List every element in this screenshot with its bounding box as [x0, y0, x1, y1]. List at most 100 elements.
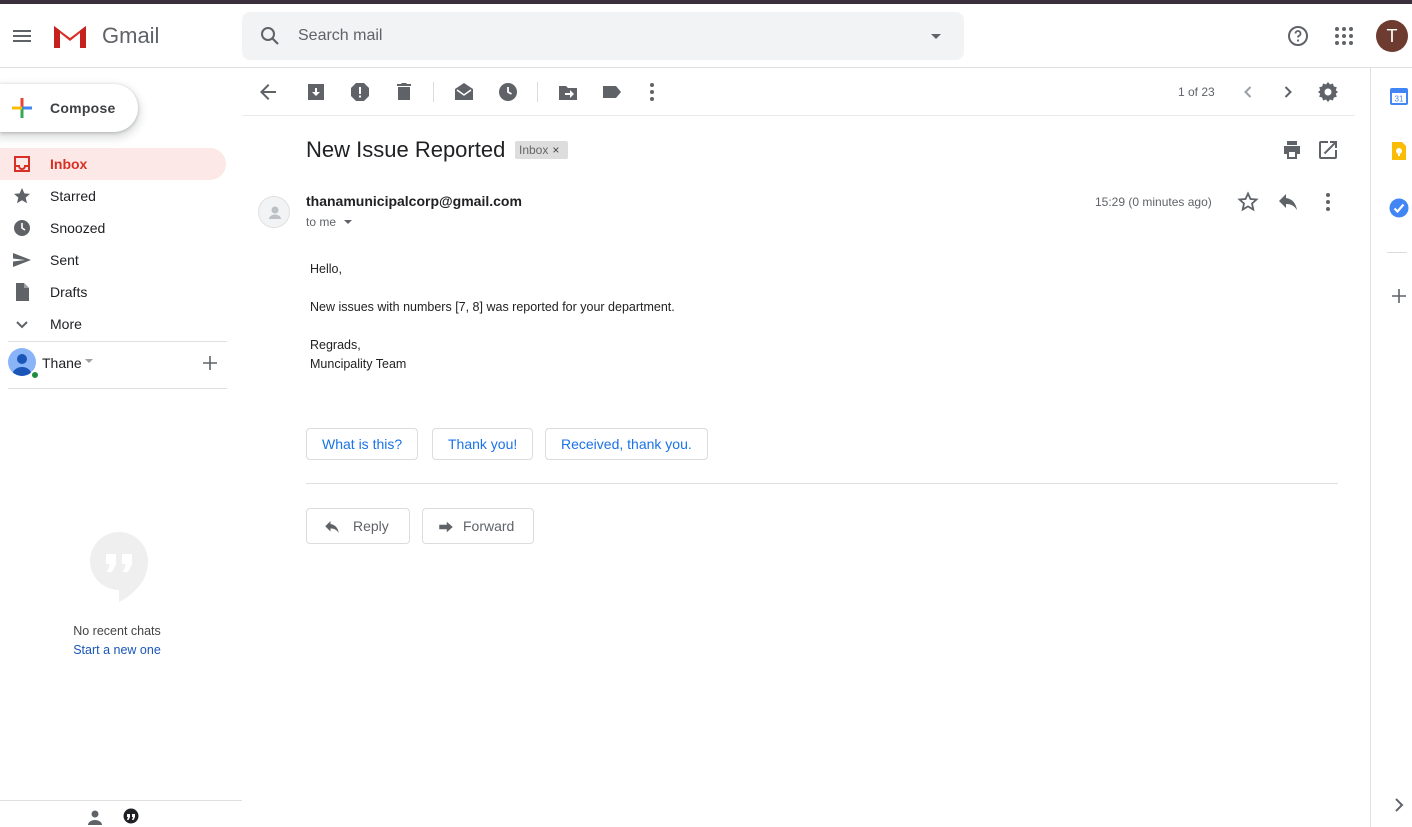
compose-plus-icon	[12, 98, 32, 118]
settings-gear-icon[interactable]	[1316, 80, 1340, 104]
hangouts-quote-icon	[89, 532, 148, 602]
inbox-icon	[14, 156, 30, 172]
sidebar-item-label: Drafts	[50, 284, 88, 300]
forward-button[interactable]: Forward	[422, 508, 534, 544]
sender-email[interactable]: thanamunicipalcorp@gmail.com	[306, 193, 522, 209]
reply-arrow-icon	[325, 521, 339, 533]
chevron-down-icon	[16, 321, 28, 329]
snooze-clock-icon[interactable]	[496, 80, 520, 104]
older-chevron-right-icon[interactable]	[1276, 80, 1300, 104]
search-bar[interactable]	[242, 12, 964, 60]
sidebar: Compose Inbox Starred Snoozed Sent Draft…	[0, 68, 242, 827]
newer-chevron-left-icon[interactable]	[1236, 80, 1260, 104]
search-options-icon[interactable]	[924, 24, 948, 48]
compose-button[interactable]: Compose	[0, 84, 138, 132]
sidebar-item-starred[interactable]: Starred	[0, 180, 226, 212]
sidebar-bottom-divider	[0, 800, 242, 801]
more-vertical-icon[interactable]	[640, 80, 664, 104]
header: Gmail T	[0, 4, 1412, 68]
gmail-logo-icon[interactable]	[52, 22, 88, 50]
reply-button[interactable]: Reply	[306, 508, 410, 544]
sidebar-item-drafts[interactable]: Drafts	[0, 276, 226, 308]
sender-avatar[interactable]	[258, 196, 290, 228]
hangouts-user-name: Thane	[42, 355, 82, 371]
contacts-icon[interactable]	[86, 808, 104, 826]
body-team: Muncipality Team	[310, 357, 407, 371]
smart-reply-thank-you[interactable]: Thank you!	[432, 428, 534, 460]
move-to-icon[interactable]	[556, 80, 580, 104]
hangouts-icon[interactable]	[122, 808, 140, 826]
no-chats-text: No recent chats	[73, 624, 161, 638]
sidebar-item-label: Snoozed	[50, 220, 106, 236]
page-count: 1 of 23	[1178, 85, 1215, 99]
star-outline-icon[interactable]	[1236, 190, 1260, 214]
reply-label: Reply	[353, 518, 389, 534]
forward-arrow-icon	[439, 521, 453, 533]
message-time: 15:29 (0 minutes ago)	[1095, 195, 1212, 209]
person-icon	[269, 206, 281, 219]
sidebar-item-sent[interactable]: Sent	[0, 244, 226, 276]
online-status-dot	[30, 370, 40, 380]
star-icon	[14, 188, 30, 204]
open-new-window-icon[interactable]	[1316, 138, 1340, 162]
app-name[interactable]: Gmail	[102, 23, 159, 49]
add-chat-icon[interactable]	[200, 353, 220, 373]
clock-icon	[14, 220, 30, 236]
help-icon[interactable]	[1286, 24, 1310, 48]
body-signoff: Regrads,	[310, 338, 361, 352]
remove-label-icon[interactable]: ×	[552, 141, 564, 159]
sidebar-item-label: Sent	[50, 252, 79, 268]
search-icon[interactable]	[258, 24, 282, 48]
label-icon[interactable]	[600, 80, 624, 104]
start-new-chat-link[interactable]: Start a new one	[0, 643, 234, 657]
svg-text:31: 31	[1395, 95, 1404, 104]
sidebar-item-snoozed[interactable]: Snoozed	[0, 212, 226, 244]
tasks-icon[interactable]	[1388, 197, 1410, 219]
sidebar-item-more[interactable]: More	[0, 308, 226, 340]
menu-icon[interactable]	[10, 24, 34, 48]
apps-grid-icon[interactable]	[1332, 24, 1356, 48]
forward-label: Forward	[463, 518, 515, 534]
caret-down-icon[interactable]	[84, 356, 94, 366]
message-more-icon[interactable]	[1316, 190, 1340, 214]
sidebar-item-label: More	[50, 316, 82, 332]
side-panel-divider	[1387, 252, 1407, 253]
print-icon[interactable]	[1280, 138, 1304, 162]
label-chip-text: Inbox	[519, 143, 549, 157]
sidebar-item-inbox[interactable]: Inbox	[0, 148, 226, 180]
mark-unread-icon[interactable]	[452, 80, 476, 104]
toolbar-separator	[433, 82, 434, 102]
back-arrow-icon[interactable]	[256, 80, 280, 104]
sidebar-item-label: Inbox	[50, 156, 88, 172]
message-toolbar: 1 of 23	[242, 68, 1355, 116]
calendar-icon[interactable]: 31	[1388, 85, 1410, 107]
smart-reply-received[interactable]: Received, thank you.	[545, 428, 708, 460]
sidebar-divider	[8, 341, 227, 342]
smart-reply-what-is-this[interactable]: What is this?	[306, 428, 419, 460]
hangouts-user[interactable]: Thane	[8, 348, 227, 380]
send-icon	[13, 253, 31, 267]
add-addon-icon[interactable]	[1388, 285, 1410, 307]
search-input[interactable]	[298, 24, 898, 48]
sidebar-item-label: Starred	[50, 188, 96, 204]
show-details-caret-icon[interactable]	[343, 217, 353, 227]
side-panel: 31	[1370, 68, 1412, 827]
keep-icon[interactable]	[1388, 140, 1410, 162]
report-spam-icon[interactable]	[348, 80, 372, 104]
delete-icon[interactable]	[392, 80, 416, 104]
nav-list: Inbox Starred Snoozed Sent Drafts More	[0, 148, 226, 340]
expand-panel-chevron-icon[interactable]	[1388, 794, 1410, 816]
compose-label: Compose	[50, 100, 116, 116]
message-divider	[306, 483, 1338, 484]
archive-icon[interactable]	[304, 80, 328, 104]
inbox-label-chip[interactable]: Inbox ×	[515, 141, 569, 159]
draft-icon	[16, 283, 29, 301]
recipient-to-me[interactable]: to me	[306, 215, 336, 229]
scrollbar[interactable]	[1355, 68, 1370, 827]
reply-icon[interactable]	[1276, 190, 1300, 214]
body-greeting: Hello,	[310, 262, 342, 276]
message-subject: New Issue Reported	[306, 137, 506, 162]
hangouts-divider	[8, 388, 227, 389]
account-avatar[interactable]: T	[1376, 20, 1408, 52]
body-line: New issues with numbers [7, 8] was repor…	[310, 300, 675, 314]
